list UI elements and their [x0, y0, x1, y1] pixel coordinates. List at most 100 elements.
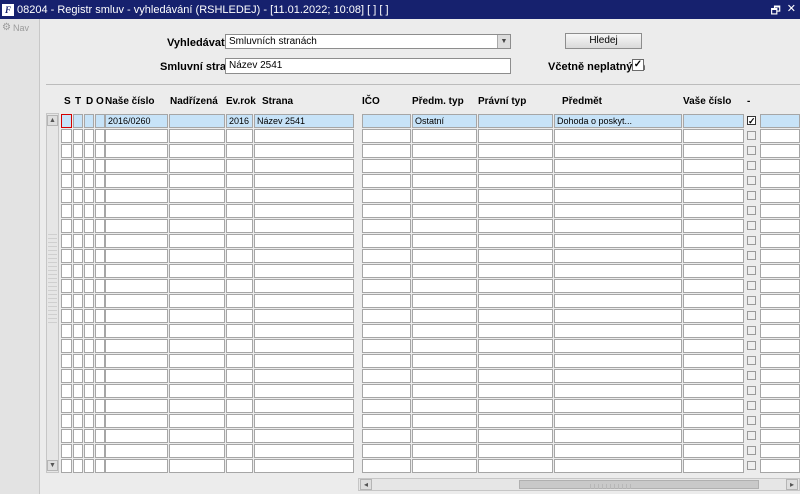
cell-s[interactable] [61, 159, 72, 173]
cell-strana[interactable] [254, 144, 354, 158]
cell-nadrizena[interactable] [169, 324, 225, 338]
cell-dash[interactable] [760, 264, 800, 278]
cell-d[interactable] [84, 189, 94, 203]
cell-nadrizena[interactable] [169, 114, 225, 128]
cell-t[interactable] [73, 159, 83, 173]
scroll-thumb[interactable] [519, 480, 759, 489]
cell-predmet[interactable] [554, 159, 682, 173]
cell-t[interactable] [73, 414, 83, 428]
cell-nadrizena[interactable] [169, 144, 225, 158]
cell-predm-typ[interactable] [412, 204, 477, 218]
cell-nase-cislo[interactable] [105, 279, 168, 293]
cell-pravni-typ[interactable] [478, 249, 553, 263]
cell-strana[interactable] [254, 279, 354, 293]
cell-ev-rok[interactable] [226, 294, 253, 308]
cell-pravni-typ[interactable] [478, 219, 553, 233]
cell-pravni-typ[interactable] [478, 459, 553, 473]
cell-nadrizena[interactable] [169, 189, 225, 203]
scroll-grip[interactable] [48, 234, 57, 324]
cell-s[interactable] [61, 429, 72, 443]
cell-t[interactable] [73, 309, 83, 323]
cell-predm-typ[interactable] [412, 159, 477, 173]
cell-vase-cislo[interactable] [683, 279, 744, 293]
cell-d[interactable] [84, 459, 94, 473]
cell-nadrizena[interactable] [169, 129, 225, 143]
cell-ico[interactable] [362, 369, 411, 383]
cell-t[interactable] [73, 429, 83, 443]
cell-nase-cislo[interactable] [105, 459, 168, 473]
cell-predmet[interactable] [554, 129, 682, 143]
include-invalid-checkbox[interactable]: ✓ [632, 59, 644, 71]
cell-d[interactable] [84, 309, 94, 323]
cell-d[interactable] [84, 414, 94, 428]
cell-predmet[interactable] [554, 144, 682, 158]
cell-nadrizena[interactable] [169, 384, 225, 398]
cell-pravni-typ[interactable] [478, 129, 553, 143]
cell-pravni-typ[interactable] [478, 399, 553, 413]
cell-dash[interactable] [760, 324, 800, 338]
cell-ev-rok[interactable] [226, 354, 253, 368]
column-header-s[interactable]: S [64, 96, 71, 107]
cell-t[interactable] [73, 459, 83, 473]
cell-pravni-typ[interactable] [478, 264, 553, 278]
cell-ico[interactable] [362, 429, 411, 443]
cell-ev-rok[interactable] [226, 324, 253, 338]
cell-s[interactable] [61, 219, 72, 233]
cell-nadrizena[interactable] [169, 234, 225, 248]
cell-d[interactable] [84, 429, 94, 443]
cell-s[interactable] [61, 324, 72, 338]
cell-dash[interactable] [760, 219, 800, 233]
cell-nadrizena[interactable] [169, 159, 225, 173]
cell-predm-typ[interactable] [412, 444, 477, 458]
cell-s[interactable] [61, 369, 72, 383]
cell-o[interactable] [95, 369, 105, 383]
column-header-d[interactable]: D [86, 96, 93, 107]
cell-strana[interactable] [254, 174, 354, 188]
cell-dash[interactable] [760, 174, 800, 188]
row-checkbox[interactable] [747, 206, 756, 215]
restore-icon[interactable]: 🗗 [770, 2, 780, 21]
cell-predm-typ[interactable]: Ostatní [412, 114, 477, 128]
cell-ico[interactable] [362, 174, 411, 188]
cell-o[interactable] [95, 339, 105, 353]
cell-o[interactable] [95, 144, 105, 158]
cell-o[interactable] [95, 309, 105, 323]
cell-t[interactable] [73, 264, 83, 278]
cell-strana[interactable] [254, 369, 354, 383]
cell-o[interactable] [95, 114, 105, 128]
cell-predm-typ[interactable] [412, 324, 477, 338]
cell-o[interactable] [95, 384, 105, 398]
column-header-o[interactable]: O [96, 96, 104, 107]
cell-o[interactable] [95, 294, 105, 308]
cell-strana[interactable] [254, 129, 354, 143]
cell-nadrizena[interactable] [169, 174, 225, 188]
cell-ev-rok[interactable]: 2016 [226, 114, 253, 128]
cell-t[interactable] [73, 294, 83, 308]
cell-nase-cislo[interactable] [105, 174, 168, 188]
cell-nase-cislo[interactable] [105, 234, 168, 248]
cell-nase-cislo[interactable]: 2016/0260 [105, 114, 168, 128]
cell-d[interactable] [84, 249, 94, 263]
cell-nadrizena[interactable] [169, 294, 225, 308]
scroll-right-icon[interactable]: ▸ [786, 479, 798, 490]
column-header-ico[interactable]: IČO [362, 96, 380, 107]
cell-strana[interactable] [254, 249, 354, 263]
cell-dash[interactable] [760, 144, 800, 158]
cell-s[interactable] [61, 444, 72, 458]
row-checkbox[interactable] [747, 191, 756, 200]
cell-strana[interactable] [254, 399, 354, 413]
cell-s[interactable] [61, 354, 72, 368]
cell-nadrizena[interactable] [169, 219, 225, 233]
cell-nadrizena[interactable] [169, 399, 225, 413]
cell-o[interactable] [95, 189, 105, 203]
scroll-left-icon[interactable]: ◂ [360, 479, 372, 490]
cell-o[interactable] [95, 324, 105, 338]
cell-ico[interactable] [362, 354, 411, 368]
cell-o[interactable] [95, 459, 105, 473]
cell-pravni-typ[interactable] [478, 174, 553, 188]
cell-ev-rok[interactable] [226, 384, 253, 398]
cell-predm-typ[interactable] [412, 414, 477, 428]
cell-nadrizena[interactable] [169, 369, 225, 383]
cell-strana[interactable] [254, 294, 354, 308]
cell-ev-rok[interactable] [226, 204, 253, 218]
